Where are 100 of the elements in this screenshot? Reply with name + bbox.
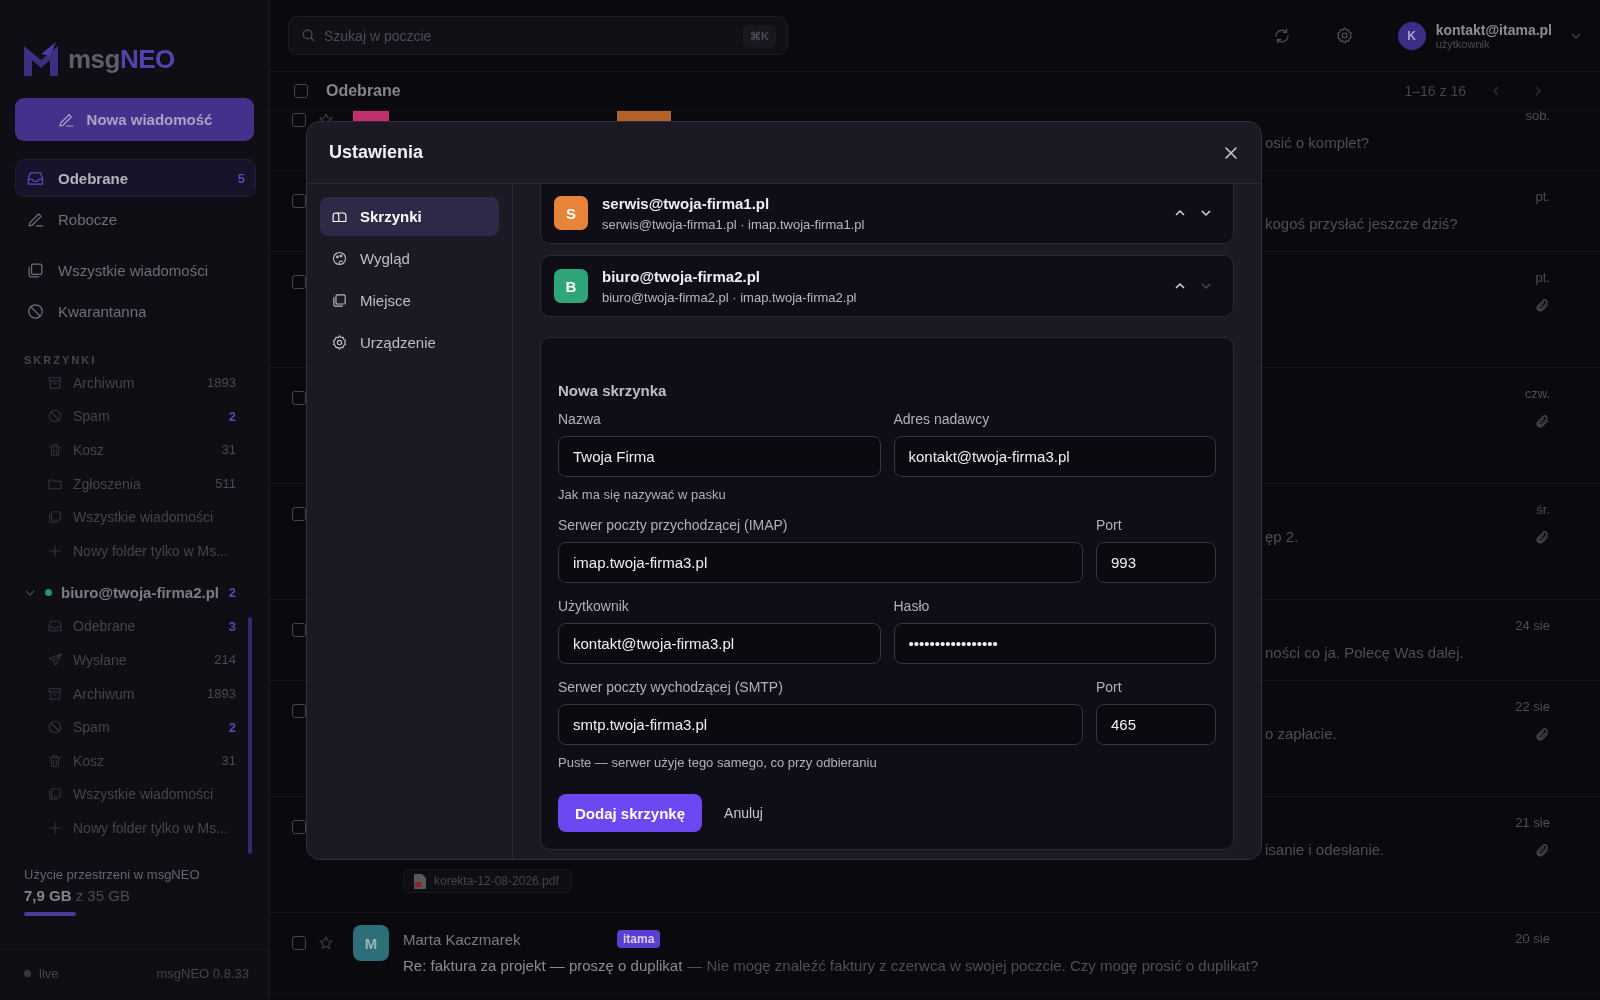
- trash-icon: [47, 752, 63, 769]
- row-checkbox[interactable]: [292, 113, 306, 127]
- compose-button[interactable]: Nowa wiadomość: [15, 98, 254, 141]
- sidebar-item[interactable]: Odebrane 3: [15, 609, 256, 644]
- sidebar-item[interactable]: Zgłoszenia 511: [15, 466, 256, 501]
- input-field[interactable]: •••••••••••••••••: [893, 623, 1216, 664]
- message-date: pt.: [1535, 269, 1550, 287]
- message-date: czw.: [1524, 385, 1550, 403]
- archive-icon: [47, 685, 63, 702]
- form-title: Nowa skrzynka: [558, 382, 668, 399]
- cancel-button[interactable]: Anuluj: [724, 801, 763, 825]
- unread-count: 2: [228, 719, 236, 735]
- account-email: biuro@twoja-firma2.pl: [602, 267, 761, 285]
- user-menu[interactable]: K kontakt@itama.pl użytkownik: [1397, 21, 1582, 50]
- logo-icon: [22, 40, 60, 78]
- sidebar-item[interactable]: Odebrane 5: [15, 159, 256, 197]
- sidebar-item[interactable]: Kosz 31: [15, 743, 256, 778]
- input-field[interactable]: kontakt@twoja-firma3.pl: [558, 623, 881, 664]
- message-date: śr.: [1536, 501, 1550, 519]
- input-field[interactable]: smtp.twoja-firma3.pl: [558, 704, 1083, 745]
- add-mailbox-button[interactable]: Dodaj skrzynkę: [558, 794, 703, 832]
- field-hint: Puste — serwer użyje tego samego, co przy odbieraniu: [558, 755, 878, 770]
- sidebar-item[interactable]: Spam 2: [15, 399, 256, 434]
- select-all-checkbox[interactable]: [294, 84, 308, 98]
- user-role: użytkownik: [1435, 37, 1490, 50]
- stack-icon: [331, 292, 348, 309]
- unread-count: 2: [228, 408, 236, 424]
- message-subject: Re: faktura za projekt — proszę o duplikat: [403, 956, 683, 974]
- input-field[interactable]: kontakt@twoja-firma3.pl: [893, 436, 1216, 477]
- unread-count: 511: [215, 476, 236, 492]
- chevron-right-icon: [1532, 85, 1544, 97]
- sidebar-item[interactable]: Spam 2: [15, 710, 256, 744]
- input-field[interactable]: 993: [1096, 542, 1216, 583]
- account-avatar: S: [554, 196, 588, 230]
- input-field[interactable]: Twoja Firma: [558, 436, 881, 477]
- field-label: Serwer poczty przychodzącej (IMAP): [558, 517, 789, 533]
- field-label: Nazwa: [558, 411, 602, 427]
- user-avatar: K: [1397, 21, 1426, 50]
- status-label: live: [39, 965, 59, 981]
- sidebar-item[interactable]: Robocze: [15, 200, 256, 238]
- message-date: 24 sie: [1515, 617, 1550, 635]
- stack-icon: [47, 786, 63, 803]
- settings-tab[interactable]: Wygląd: [320, 239, 499, 278]
- unread-count: 214: [214, 652, 236, 668]
- sidebar-item[interactable]: Kwarantanna: [15, 292, 256, 330]
- unread-count: 2: [228, 585, 236, 601]
- app-logo: msgNEO: [68, 43, 175, 75]
- refresh-icon: [1272, 26, 1291, 45]
- settings-tab[interactable]: Miejsce: [320, 281, 499, 320]
- unread-count: 1893: [207, 686, 236, 702]
- field-label: Hasło: [893, 598, 931, 614]
- settings-tab[interactable]: Skrzynki: [320, 197, 499, 236]
- message-snippet: o zapłacie.: [1265, 724, 1337, 742]
- scrollbar-thumb[interactable]: [248, 617, 252, 854]
- section-title: SKRZYNKI: [24, 354, 98, 366]
- input-field[interactable]: imap.twoja-firma3.pl: [558, 542, 1083, 583]
- page-range: 1–16 z 16: [1404, 83, 1466, 99]
- storage-label: Użycie przestrzeni w msgNEO: [24, 866, 201, 882]
- sender-avatar: M: [353, 925, 389, 961]
- plus-icon: [47, 542, 63, 559]
- message-date: pt.: [1535, 188, 1550, 206]
- settings-tab[interactable]: Urządzenie: [320, 323, 499, 362]
- sidebar-item[interactable]: Kosz 31: [15, 433, 256, 467]
- trash-icon: [47, 442, 63, 458]
- chevron-left-icon: [1490, 85, 1502, 97]
- row-checkbox[interactable]: [292, 936, 306, 950]
- account-email: serwis@twoja-firma1.pl: [602, 194, 771, 212]
- user-email: kontakt@itama.pl: [1435, 21, 1552, 38]
- message-date: sob.: [1525, 111, 1550, 125]
- unread-count: 31: [221, 753, 236, 769]
- message-snippet: osić o komplet?: [1265, 133, 1370, 151]
- storage-usage: 7,9 GB z 35 GB: [24, 886, 131, 904]
- message-date: 21 sie: [1515, 814, 1550, 832]
- message-snippet: — Nie mogę znaleźć faktury z czerwca w swojej poczcie. Czy mogę prosić o duplikat?: [687, 956, 1259, 974]
- input-field[interactable]: 465: [1096, 704, 1216, 745]
- ban-icon: [47, 719, 63, 736]
- field-hint: Jak ma się nazywać w pasku: [558, 487, 727, 502]
- field-label: Adres nadawcy: [893, 411, 991, 427]
- star-icon[interactable]: [318, 935, 334, 951]
- message-date: 20 sie: [1515, 930, 1550, 948]
- version-label: msgNEO 0.8.33: [156, 965, 249, 981]
- message-snippet: ęp 2.: [1265, 527, 1299, 545]
- settings-icon: [331, 334, 348, 351]
- sidebar-item[interactable]: Wszystkie wiadomości: [15, 251, 256, 289]
- settings-icon: [1334, 26, 1354, 45]
- field-label: Użytkownik: [558, 598, 630, 614]
- field-label: Port: [1096, 517, 1123, 533]
- message-snippet: ności co ja. Polecę Was dalej.: [1265, 643, 1464, 661]
- sidebar-item[interactable]: Wysłane 214: [15, 643, 256, 677]
- unread-count: 3: [228, 618, 236, 634]
- stack-icon: [47, 509, 63, 526]
- account-name: biuro@twoja-firma2.pl: [61, 584, 219, 602]
- sidebar-item[interactable]: Archiwum 1893: [15, 676, 256, 711]
- archive-icon: [47, 374, 63, 391]
- unread-count: 31: [221, 442, 236, 458]
- sidebar-item[interactable]: Archiwum 1893: [15, 366, 256, 400]
- unread-count: 5: [237, 170, 245, 186]
- folder-title: Odebrane: [326, 82, 401, 100]
- close-icon: [1223, 144, 1239, 161]
- message-snippet: kogoś przysłać jeszcze dziś?: [1265, 214, 1458, 232]
